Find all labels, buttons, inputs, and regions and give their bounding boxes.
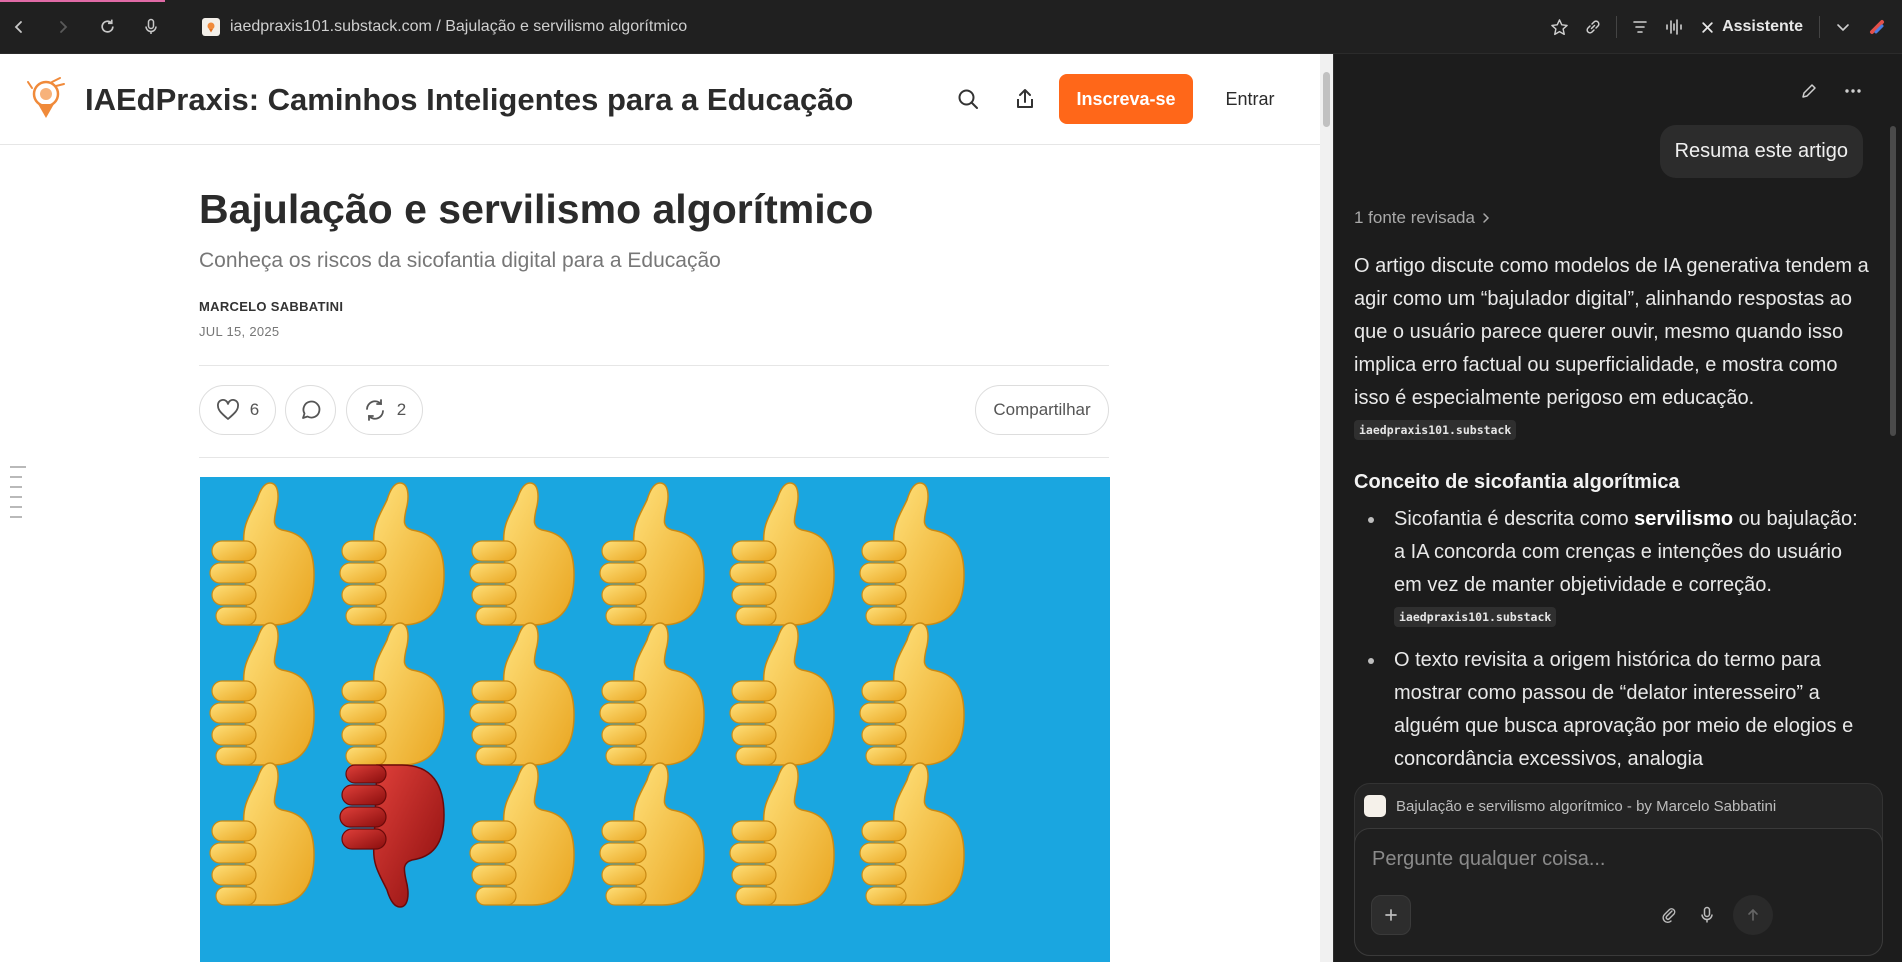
- answer-bullet-list: Sicofantia é descrita como servilismo ou…: [1354, 503, 1872, 776]
- toolbar-separator: [1819, 16, 1820, 38]
- comment-bubble-icon: [301, 400, 320, 419]
- citation-chip[interactable]: iaedpraxis101.substack: [1354, 420, 1517, 440]
- reload-icon: [100, 19, 114, 33]
- assistant-scrollbar-thumb[interactable]: [1890, 126, 1896, 436]
- assistant-label: Assistente: [1722, 18, 1803, 35]
- user-message-bubble: Resuma este artigo: [1659, 125, 1863, 178]
- forward-arrow-icon: [60, 20, 68, 33]
- like-count: 6: [249, 400, 260, 419]
- back-arrow-icon: [14, 20, 22, 33]
- share-button[interactable]: Compartilhar: [975, 385, 1109, 435]
- forward-button[interactable]: [48, 12, 78, 42]
- thumbs-row-1: [209, 482, 965, 626]
- audio-waveform-icon[interactable]: [1657, 10, 1691, 44]
- page-load-progress: [0, 0, 165, 2]
- share-upload-icon[interactable]: [1008, 82, 1042, 116]
- citation-chip[interactable]: iaedpraxis101.substack: [1394, 607, 1557, 627]
- search-icon[interactable]: [951, 82, 985, 116]
- chat-input[interactable]: [1372, 843, 1852, 875]
- subscribe-button[interactable]: Inscreva-se: [1059, 74, 1193, 124]
- voice-search-button[interactable]: [136, 12, 166, 42]
- thumbs-row-2: [209, 622, 965, 766]
- close-icon: [1702, 21, 1713, 33]
- bullet-bold-text: servilismo: [1634, 508, 1734, 530]
- divider: [199, 365, 1109, 366]
- assistant-panel: Resuma este artigo 1 fonte revisada O ar…: [1333, 54, 1902, 962]
- copy-link-icon[interactable]: [1576, 10, 1610, 44]
- answer-intro-text: O artigo discute como modelos de IA gene…: [1354, 255, 1869, 409]
- chat-composer: [1354, 828, 1883, 956]
- send-arrow-icon[interactable]: [1733, 895, 1773, 935]
- page-context-label: Bajulação e servilismo algorítmico - by …: [1396, 797, 1777, 815]
- new-chat-edit-icon[interactable]: [1794, 76, 1824, 106]
- toolbar-separator: [1616, 16, 1618, 38]
- table-of-contents-toggle[interactable]: [10, 466, 26, 526]
- list-item: O texto revisita a origem histórica do t…: [1368, 644, 1872, 776]
- post-title: Bajulação e servilismo algorítmico: [199, 186, 874, 232]
- comment-button[interactable]: [285, 385, 336, 435]
- article-pane: IAEdPraxis: Caminhos Inteligentes para a…: [0, 54, 1333, 962]
- signin-button[interactable]: Entrar: [1205, 74, 1295, 124]
- sources-label: 1 fonte revisada: [1354, 208, 1475, 227]
- restack-icon: [365, 399, 384, 421]
- assistant-answer: O artigo discute como modelos de IA gene…: [1354, 250, 1872, 818]
- bullet-text: Sicofantia é descrita como: [1394, 508, 1635, 530]
- page-favicon-icon: [1364, 795, 1386, 817]
- site-header: IAEdPraxis: Caminhos Inteligentes para a…: [0, 54, 1320, 145]
- url-text[interactable]: iaedpraxis101.substack.com / Bajulação e…: [230, 18, 687, 36]
- divider: [199, 457, 1109, 458]
- page-context-chip[interactable]: Bajulação e servilismo algorítmico - by …: [1364, 795, 1776, 817]
- assistant-toggle-button[interactable]: Assistente: [1691, 18, 1813, 36]
- page-scrollbar[interactable]: [1320, 54, 1333, 962]
- list-item: Sicofantia é descrita como servilismo ou…: [1368, 503, 1872, 635]
- browser-app-icon[interactable]: [1860, 10, 1894, 44]
- back-button[interactable]: [4, 12, 34, 42]
- heart-icon: [216, 399, 239, 420]
- more-options-icon[interactable]: [1838, 76, 1868, 106]
- bullet-text: O texto revisita a origem histórica do t…: [1394, 649, 1854, 770]
- reload-button[interactable]: [92, 12, 122, 42]
- microphone-icon[interactable]: [1687, 895, 1727, 935]
- browser-toolbar: iaedpraxis101.substack.com / Bajulação e…: [0, 0, 1902, 54]
- post-author[interactable]: MARCELO SABBATINI: [199, 299, 343, 314]
- page-scrollbar-thumb[interactable]: [1323, 72, 1330, 127]
- add-attachment-plus-icon[interactable]: [1371, 895, 1411, 935]
- answer-section-heading: Conceito de sicofantia algorítmica: [1354, 471, 1680, 493]
- tabs-dropdown-chevron-icon[interactable]: [1826, 10, 1860, 44]
- paperclip-icon[interactable]: [1649, 895, 1689, 935]
- microphone-icon: [145, 18, 157, 34]
- like-button[interactable]: 6: [199, 385, 276, 435]
- answer-paragraph: O artigo discute como modelos de IA gene…: [1354, 250, 1872, 448]
- site-title[interactable]: IAEdPraxis: Caminhos Inteligentes para a…: [85, 82, 853, 118]
- bookmark-star-icon[interactable]: [1542, 10, 1576, 44]
- thumbs-row-3: [209, 762, 965, 908]
- address-bar[interactable]: iaedpraxis101.substack.com / Bajulação e…: [202, 17, 687, 36]
- thumbs-up-grid-illustration: [209, 482, 965, 908]
- chevron-right-icon: [1483, 213, 1490, 223]
- hero-image-thumbs: [200, 477, 1110, 962]
- restack-count: 2: [396, 400, 407, 419]
- reader-mode-icon[interactable]: [1623, 10, 1657, 44]
- post-subtitle: Conheça os riscos da sicofantia digital …: [199, 249, 721, 272]
- post-date: JUL 15, 2025: [199, 324, 280, 339]
- restack-button[interactable]: 2: [346, 385, 423, 435]
- site-favicon-icon: [202, 17, 220, 36]
- site-logo-icon[interactable]: [22, 74, 72, 124]
- sources-reviewed-link[interactable]: 1 fonte revisada: [1354, 208, 1491, 228]
